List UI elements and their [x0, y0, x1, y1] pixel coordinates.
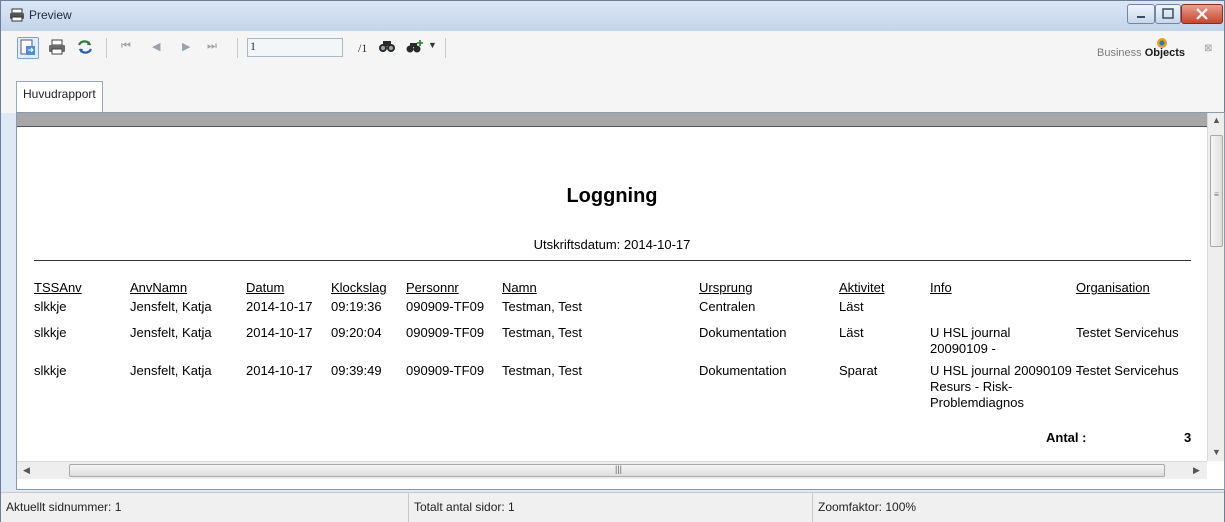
report-viewport: Loggning Utskriftsdatum: 2014-10-17 TSSA…	[16, 112, 1225, 490]
table-cell: slkkje	[34, 299, 67, 314]
next-page-icon[interactable]: ▶	[182, 40, 190, 53]
vertical-scroll-thumb[interactable]: ≡	[1210, 135, 1223, 247]
scroll-down-icon[interactable]: ▼	[1212, 447, 1221, 457]
close-button[interactable]	[1181, 4, 1223, 24]
business-objects-logo: Business Objects	[1097, 38, 1185, 59]
brand-icon	[1157, 38, 1167, 48]
col-header-aktivitet[interactable]: Aktivitet	[839, 280, 885, 295]
status-page-number: Aktuellt sidnummer: 1	[1, 493, 409, 522]
table-cell: Testet Servicehus	[1076, 325, 1179, 340]
report-gray-band	[17, 113, 1207, 126]
table-cell: 090909-TF09	[406, 363, 485, 378]
table-cell: Dokumentation	[699, 363, 787, 378]
prev-page-icon[interactable]: ◀	[152, 40, 160, 53]
table-cell: 2014-10-17	[246, 299, 313, 314]
grip-icon: |||	[615, 464, 623, 474]
search-icon[interactable]	[377, 37, 399, 59]
col-header-anvnamn[interactable]: AnvNamn	[130, 280, 187, 295]
scroll-up-icon[interactable]: ▲	[1212, 115, 1221, 125]
refresh-icon[interactable]	[75, 37, 97, 59]
table-cell: Centralen	[699, 299, 756, 314]
table-cell: Dokumentation	[699, 325, 787, 340]
table-cell: Testet Servicehus	[1076, 363, 1179, 378]
col-header-personnr[interactable]: Personnr	[406, 280, 459, 295]
table-cell: 2014-10-17	[246, 363, 313, 378]
vertical-scrollbar[interactable]: ▲ ≡ ▼	[1207, 113, 1224, 461]
header-rule	[34, 260, 1191, 261]
col-header-ursprung[interactable]: Ursprung	[699, 280, 752, 295]
col-header-info[interactable]: Info	[930, 280, 952, 295]
table-cell: Testman, Test	[502, 325, 582, 340]
toolbar-separator	[237, 38, 238, 58]
table-cell: slkkje	[34, 363, 67, 378]
table-cell: Testman, Test	[502, 363, 582, 378]
table-cell: Läst	[839, 299, 864, 314]
toolbar: ⏮ ◀ ▶ ⏭ 1 /1 ▼ Business Objects ⊠ Huvudr…	[1, 31, 1224, 113]
table-cell: Läst	[839, 325, 864, 340]
table-cell: U HSL journal 20090109 - Resurs - Risk- …	[930, 363, 1080, 410]
antal-value: 3	[1184, 430, 1192, 445]
horizontal-scrollbar[interactable]: ◀ ||| ▶	[17, 461, 1207, 479]
report-title: Loggning	[566, 185, 658, 207]
last-page-icon[interactable]: ⏭	[207, 40, 217, 53]
col-header-klockslag[interactable]: Klockslag	[331, 280, 387, 295]
horizontal-scroll-thumb[interactable]: |||	[69, 464, 1165, 477]
col-header-namn[interactable]: Namn	[502, 280, 537, 295]
minimize-button[interactable]	[1127, 4, 1155, 24]
printer-icon	[9, 8, 25, 22]
col-header-datum[interactable]: Datum	[246, 280, 284, 295]
brand-prefix: Business	[1097, 47, 1142, 59]
page-total: /1	[358, 41, 368, 55]
table-cell: Sparat	[839, 363, 878, 378]
table-cell: 090909-TF09	[406, 325, 485, 340]
toolbar-separator	[445, 38, 446, 58]
antal-label: Antal :	[1046, 430, 1087, 445]
close-panel-icon[interactable]: ⊠	[1204, 43, 1212, 54]
table-cell: 090909-TF09	[406, 299, 485, 314]
zoom-icon[interactable]	[405, 37, 427, 59]
zoom-dropdown-icon[interactable]: ▼	[428, 40, 437, 50]
table-cell: 2014-10-17	[246, 325, 313, 340]
table-cell: 09:20:04	[331, 325, 382, 340]
table-cell: Jensfelt, Katja	[130, 363, 212, 378]
table-cell: 09:19:36	[331, 299, 382, 314]
table-cell: 09:39:49	[331, 363, 382, 378]
table-cell: slkkje	[34, 325, 67, 340]
table-cell: Jensfelt, Katja	[130, 325, 212, 340]
preview-window: Preview ⏮ ◀ ▶ ⏭ 1 /1 ▼ Business Objects …	[0, 0, 1225, 522]
scroll-left-icon[interactable]: ◀	[23, 465, 30, 476]
window-title: Preview	[29, 8, 72, 22]
col-header-organisation[interactable]: Organisation	[1076, 280, 1150, 295]
table-cell: Jensfelt, Katja	[130, 299, 212, 314]
first-page-icon[interactable]: ⏮	[121, 40, 131, 53]
title-bar: Preview	[1, 1, 1224, 31]
status-zoom: Zoomfaktor: 100%	[818, 500, 917, 514]
table-cell: Testman, Test	[502, 299, 582, 314]
export-icon[interactable]	[17, 37, 39, 59]
page-number-input[interactable]: 1	[247, 38, 343, 57]
grip-icon: ≡	[1214, 190, 1219, 199]
report-top-border	[17, 126, 1207, 127]
status-total-pages: Totalt antal sidor: 1	[409, 493, 813, 522]
tab-huvudrapport[interactable]: Huvudrapport	[16, 81, 103, 112]
maximize-button[interactable]	[1155, 4, 1181, 24]
toolbar-separator	[106, 38, 107, 58]
col-header-tssanv[interactable]: TSSAnv	[34, 280, 82, 295]
print-date: Utskriftsdatum: 2014-10-17	[533, 237, 691, 252]
print-icon[interactable]	[47, 37, 69, 59]
table-cell: U HSL journal 20090109 -	[930, 325, 1011, 356]
status-bar: Aktuellt sidnummer: 1 Totalt antal sidor…	[1, 492, 1224, 522]
scroll-right-icon[interactable]: ▶	[1193, 465, 1200, 476]
